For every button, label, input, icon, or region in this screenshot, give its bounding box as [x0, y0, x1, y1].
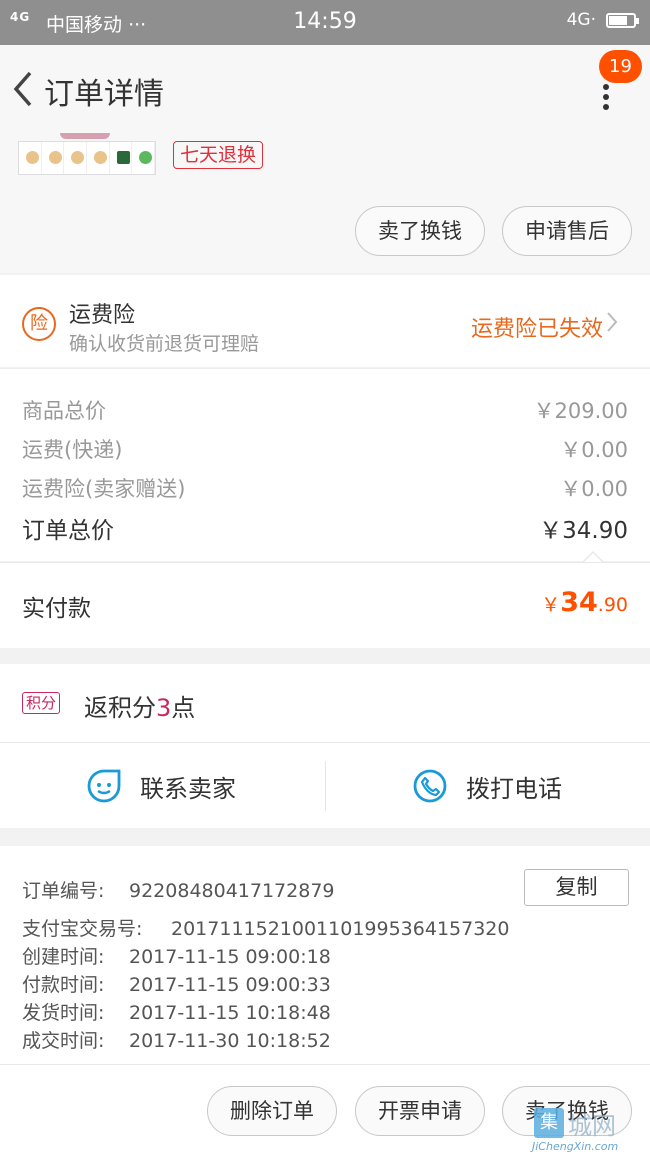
actual-payment-amount: ￥34.90 [541, 587, 628, 618]
info-line: 付款时间: 2017-11-15 09:00:33 [22, 974, 331, 996]
copy-button[interactable]: 复制 [524, 869, 629, 906]
more-menu-icon[interactable] [598, 81, 614, 113]
price-value: ￥0.00 [560, 477, 628, 501]
order-number: 92208480417172879 [129, 880, 335, 902]
points-row: 积分 返积分3点 [0, 664, 650, 742]
points-text: 返积分3点 [84, 694, 196, 722]
points-tag: 积分 [22, 692, 61, 714]
info-line: 订单编号: 92208480417172879 [22, 880, 335, 902]
network-label: 4G· [566, 10, 596, 30]
shipping-insurance-row[interactable]: 险 运费险 确认收货前退货可理赔 运费险已失效 [0, 275, 650, 367]
price-label: 运费险(卖家赠送) [22, 477, 186, 501]
order-total-label: 订单总价 [22, 518, 114, 544]
apply-aftersale-button[interactable]: 申请售后 [502, 206, 632, 256]
call-phone-button[interactable]: 拨打电话 [412, 743, 562, 829]
info-line: 成交时间: 2017-11-30 10:18:52 [22, 1030, 331, 1052]
price-label: 商品总价 [22, 399, 106, 423]
sell-for-cash-button[interactable]: 卖了换钱 [355, 206, 485, 256]
contact-seller-label: 联系卖家 [140, 774, 236, 803]
contact-bar: 联系卖家 拨打电话 [0, 742, 650, 828]
back-arrow-icon[interactable] [10, 69, 36, 109]
price-value: ￥0.00 [560, 438, 628, 462]
info-line: 创建时间: 2017-11-15 09:00:18 [22, 946, 331, 968]
price-value: ￥209.00 [533, 399, 628, 423]
order-info: 订单编号: 92208480417172879 复制 支付宝交易号: 2017111… [0, 846, 650, 1064]
order-total-value: ￥34.90 [539, 518, 628, 544]
insurance-status: 运费险已失效 [470, 317, 603, 342]
divider [325, 761, 326, 811]
seven-day-return-tag: 七天退换 [173, 141, 264, 169]
watermark-url: JiChengXin.com [532, 1140, 619, 1153]
contact-seller-button[interactable]: 联系卖家 [86, 743, 236, 829]
product-thumbnail[interactable] [18, 141, 156, 175]
watermark-name: 城网 [568, 1112, 616, 1140]
status-right: 4G· [566, 10, 639, 30]
page-title: 订单详情 [44, 77, 164, 112]
price-label: 运费(快递) [22, 438, 123, 462]
insurance-icon: 险 [22, 307, 56, 341]
notification-badge: 19 [599, 50, 642, 83]
watermark: 集 城网 JiChengXin.com [530, 1106, 648, 1153]
insurance-title: 运费险 [69, 303, 136, 328]
insurance-subtitle: 确认收货前退货可理赔 [69, 333, 260, 355]
actual-payment-label: 实付款 [22, 596, 91, 622]
nav-bar: 订单详情 [0, 45, 650, 133]
info-line: 发货时间: 2017-11-15 10:18:48 [22, 1002, 331, 1024]
alipay-trade-number: 2017111521001101995364157320 [171, 918, 510, 940]
actual-payment-row: 实付款 ￥34.90 [0, 562, 650, 648]
call-phone-label: 拨打电话 [466, 774, 562, 803]
chat-face-icon [87, 769, 121, 803]
invoice-request-button[interactable]: 开票申请 [355, 1086, 485, 1136]
chevron-right-icon [607, 312, 618, 332]
delete-order-button[interactable]: 删除订单 [207, 1086, 337, 1136]
price-breakdown: 商品总价 ￥209.00 运费(快递) ￥0.00 运费险(卖家赠送) ￥0.0… [0, 368, 650, 561]
phone-icon [413, 769, 447, 803]
product-section: 七天退换 卖了换钱 申请售后 [0, 133, 650, 273]
clock: 14:59 [293, 9, 357, 34]
watermark-logo: 集 [534, 1108, 564, 1138]
product-image-edge [60, 133, 110, 139]
status-bar: 4G 中国移动 ··· 14:59 4G· [0, 0, 650, 45]
battery-icon [606, 12, 639, 28]
info-line: 支付宝交易号: 2017111521001101995364157320 [22, 918, 510, 940]
